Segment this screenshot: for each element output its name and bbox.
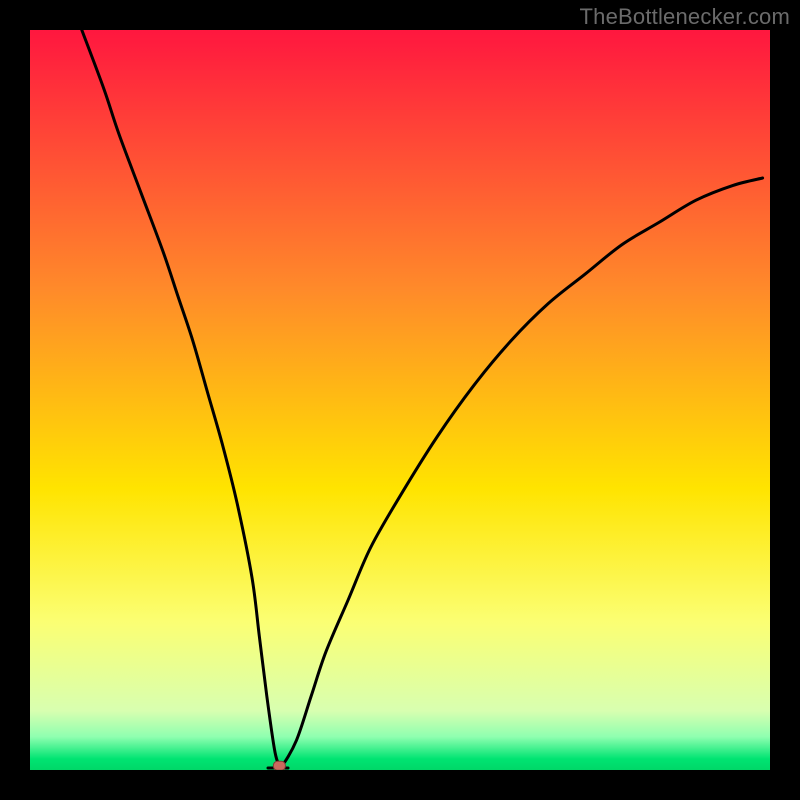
gradient-background xyxy=(30,30,770,770)
optimal-point-marker xyxy=(273,761,285,770)
bottleneck-chart xyxy=(30,30,770,770)
watermark-text: TheBottlenecker.com xyxy=(580,4,790,30)
chart-frame xyxy=(30,30,770,770)
